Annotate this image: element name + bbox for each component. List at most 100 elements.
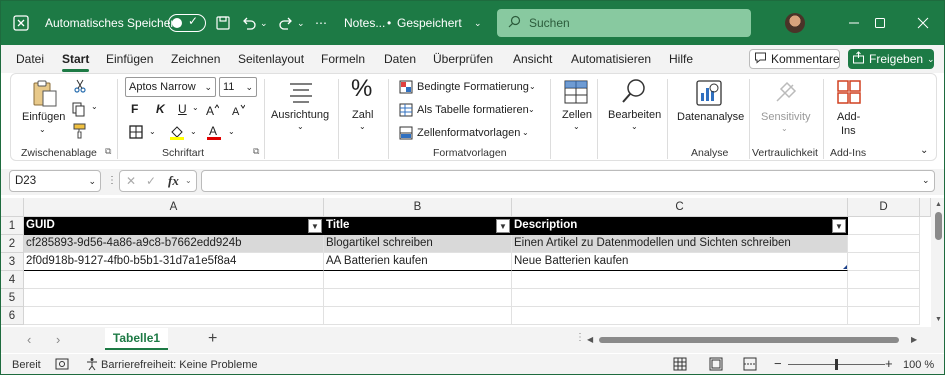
addins-icon[interactable]: [836, 79, 862, 108]
tab-ueberpruefen[interactable]: Überprüfen: [433, 52, 493, 66]
cells-icon[interactable]: [563, 79, 589, 108]
row-header[interactable]: 6: [1, 307, 24, 325]
cancel-formula-icon[interactable]: ✕: [126, 174, 136, 188]
redo-dropdown-icon[interactable]: ⌄: [297, 1, 305, 45]
paste-icon[interactable]: [31, 79, 59, 112]
fill-color-icon[interactable]: [169, 124, 185, 143]
row-header[interactable]: 2: [1, 235, 24, 253]
sensitivity-label[interactable]: Sensitivity: [761, 111, 811, 123]
cell[interactable]: [512, 289, 848, 307]
cell[interactable]: [512, 271, 848, 289]
cell[interactable]: [848, 289, 920, 307]
tab-zeichnen[interactable]: Zeichnen: [171, 52, 220, 66]
data-analysis-icon[interactable]: [695, 79, 723, 110]
scroll-left-icon[interactable]: ◀: [587, 335, 593, 344]
cell[interactable]: [848, 217, 920, 235]
copy-icon[interactable]: [71, 101, 87, 120]
bold-button[interactable]: F: [131, 102, 138, 116]
row-header[interactable]: 5: [1, 289, 24, 307]
font-color-icon[interactable]: A: [206, 124, 222, 143]
italic-button[interactable]: K: [156, 102, 165, 116]
insert-function-chevron-icon[interactable]: ⌄: [185, 176, 192, 185]
insert-function-button[interactable]: fx: [168, 173, 179, 189]
tab-formeln[interactable]: Formeln: [321, 52, 365, 66]
cell-styles-chevron-icon[interactable]: ⌄: [522, 128, 529, 137]
tab-automatisieren[interactable]: Automatisieren: [571, 52, 651, 66]
paste-label[interactable]: Einfügen: [22, 111, 65, 123]
tab-daten[interactable]: Daten: [384, 52, 416, 66]
table-cell[interactable]: Neue Batterien kaufen: [512, 253, 848, 271]
tab-seitenlayout[interactable]: Seitenlayout: [238, 52, 304, 66]
column-header-c[interactable]: C: [512, 198, 848, 217]
doc-menu-chevron-icon[interactable]: ⌄: [474, 1, 482, 45]
font-color-chevron-icon[interactable]: ⌄: [228, 127, 235, 136]
normal-view-icon[interactable]: [673, 357, 687, 374]
customize-toolbar-icon[interactable]: ⋯: [315, 1, 327, 45]
alignment-icon[interactable]: [289, 81, 313, 106]
alignment-chevron-icon[interactable]: ⌄: [297, 122, 304, 131]
borders-icon[interactable]: [129, 125, 143, 142]
confirm-formula-icon[interactable]: ✓: [146, 174, 156, 188]
table-cell[interactable]: 2f0d918b-9127-4fb0-b5b1-31d7a1e5f8a4: [24, 253, 324, 271]
cell[interactable]: [848, 271, 920, 289]
table-cell[interactable]: Einen Artikel zu Datenmodellen und Sicht…: [512, 235, 848, 253]
row-header[interactable]: 3: [1, 253, 24, 271]
cell[interactable]: [848, 307, 920, 325]
tab-start[interactable]: Start: [62, 52, 89, 66]
maximize-icon[interactable]: [857, 1, 903, 45]
cell[interactable]: [24, 289, 324, 307]
underline-button[interactable]: U: [178, 102, 187, 116]
sensitivity-icon[interactable]: [773, 79, 799, 108]
cell[interactable]: [24, 271, 324, 289]
formula-input[interactable]: [201, 170, 935, 192]
undo-icon[interactable]: [241, 1, 257, 45]
cell[interactable]: [848, 253, 920, 271]
ribbon-collapse-chevron-icon[interactable]: ⌄: [920, 145, 928, 156]
borders-chevron-icon[interactable]: ⌄: [149, 127, 156, 136]
table-cell[interactable]: Blogartikel schreiben: [324, 235, 512, 253]
table-resize-handle[interactable]: [843, 265, 847, 269]
autosave-toggle[interactable]: ✓: [168, 14, 206, 32]
comments-button[interactable]: Kommentare: [749, 49, 840, 69]
clipboard-launcher-icon[interactable]: ⧉: [105, 146, 111, 157]
cut-icon[interactable]: [73, 79, 87, 96]
scroll-up-icon[interactable]: ▲: [935, 201, 942, 208]
filter-dropdown-icon[interactable]: ▼: [496, 219, 510, 233]
data-analysis-label[interactable]: Datenanalyse: [677, 111, 744, 123]
alignment-label[interactable]: Ausrichtung: [271, 109, 329, 121]
table-header-cell[interactable]: GUID ▼: [24, 217, 324, 235]
number-chevron-icon[interactable]: ⌄: [359, 122, 366, 131]
scroll-right-icon[interactable]: ▶: [911, 335, 917, 344]
filter-dropdown-icon[interactable]: ▼: [308, 219, 322, 233]
macro-record-icon[interactable]: [55, 357, 69, 374]
column-header-d[interactable]: D: [848, 198, 920, 217]
table-cell[interactable]: cf285893-9d56-4a86-a9c8-b7662edd924b: [24, 235, 324, 253]
close-icon[interactable]: [900, 1, 944, 45]
add-sheet-button[interactable]: +: [208, 330, 217, 348]
format-as-table-button[interactable]: Als Tabelle formatieren: [417, 104, 529, 116]
paste-chevron-icon[interactable]: ⌄: [39, 125, 46, 134]
tab-ansicht[interactable]: Ansicht: [513, 52, 552, 66]
save-icon[interactable]: [215, 1, 231, 45]
share-button[interactable]: Freigeben ⌄: [848, 49, 935, 69]
percent-icon[interactable]: %: [351, 75, 372, 103]
cell[interactable]: [324, 289, 512, 307]
table-header-cell[interactable]: Title ▼: [324, 217, 512, 235]
vertical-scrollbar[interactable]: ▲ ▼: [931, 198, 944, 329]
cell[interactable]: [324, 307, 512, 325]
prev-sheet-icon[interactable]: ‹: [27, 332, 31, 347]
format-painter-icon[interactable]: [72, 123, 88, 142]
expand-formula-chevron-icon[interactable]: ⌄: [922, 175, 930, 186]
fill-color-chevron-icon[interactable]: ⌄: [190, 127, 197, 136]
zoom-level[interactable]: 100 %: [903, 359, 934, 371]
accessibility-icon[interactable]: [85, 357, 99, 374]
cells-label[interactable]: Zellen: [562, 109, 592, 121]
filter-dropdown-icon[interactable]: ▼: [832, 219, 846, 233]
document-name[interactable]: Notes...: [344, 1, 385, 45]
copy-chevron-icon[interactable]: ⌄: [91, 102, 98, 111]
select-all-corner[interactable]: [1, 198, 24, 217]
cells-chevron-icon[interactable]: ⌄: [573, 122, 580, 131]
redo-icon[interactable]: [278, 1, 294, 45]
column-header-e[interactable]: [920, 198, 931, 217]
cell[interactable]: [512, 307, 848, 325]
